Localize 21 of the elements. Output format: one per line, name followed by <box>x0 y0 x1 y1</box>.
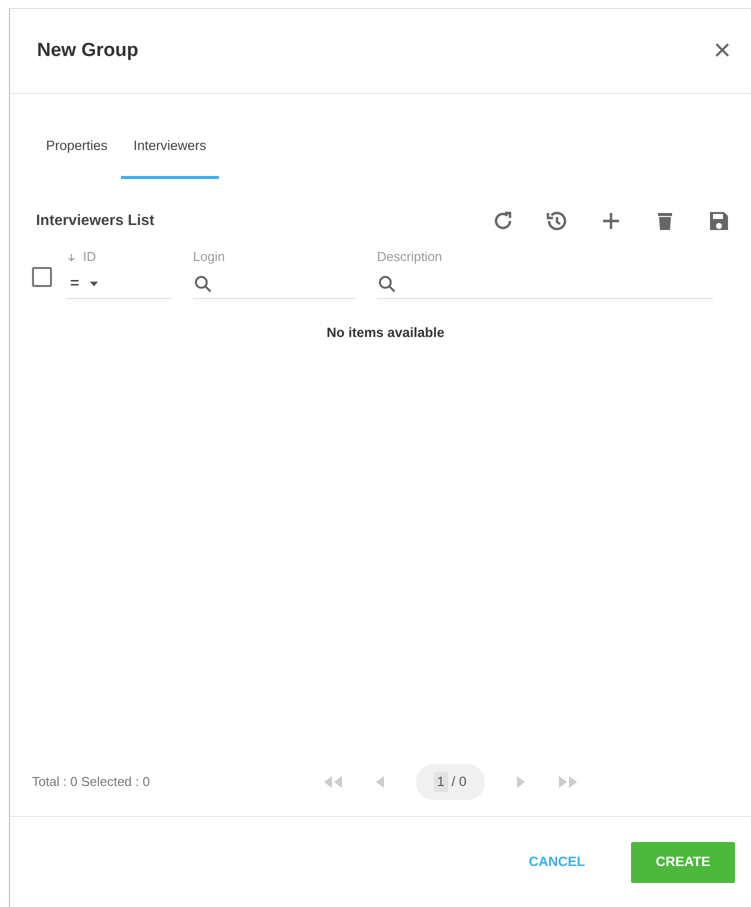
page-count: / 0 <box>452 772 467 791</box>
id-filter-field[interactable]: = <box>66 270 171 299</box>
search-icon <box>377 274 397 294</box>
first-page-icon <box>324 776 342 788</box>
search-icon <box>193 274 213 294</box>
select-all-checkbox[interactable] <box>32 266 52 287</box>
column-header: Login <box>193 248 225 266</box>
dialog-title: New Group <box>37 38 138 63</box>
previous-page-icon <box>376 776 384 788</box>
tab[interactable]: Properties <box>33 132 121 180</box>
column-header: Description <box>377 248 442 266</box>
page-input[interactable]: 1 <box>434 772 448 792</box>
list-title: Interviewers List <box>36 211 154 231</box>
column-header: ID <box>83 248 96 266</box>
summary-text: Total : 0 Selected : 0 <box>32 773 151 792</box>
empty-message: No items available <box>326 324 446 342</box>
next-page-icon <box>516 776 525 788</box>
operator-text: = <box>70 274 80 294</box>
last-page-icon <box>558 776 577 788</box>
close-button[interactable]: × <box>709 36 735 66</box>
tab[interactable]: Interviewers <box>120 132 220 180</box>
